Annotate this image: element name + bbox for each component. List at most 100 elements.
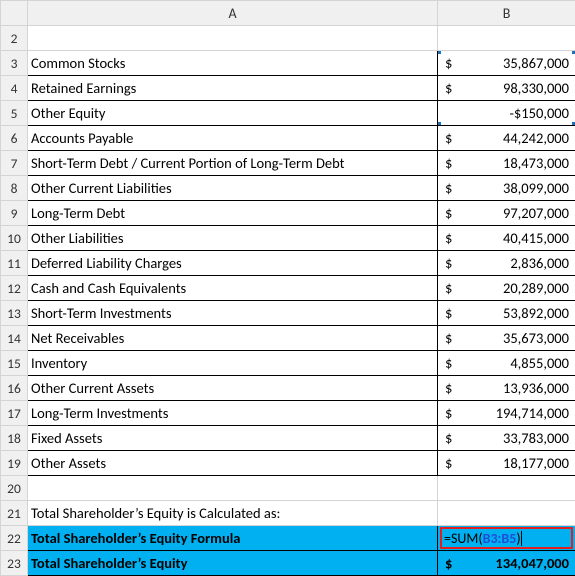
row-header[interactable]: 9 — [1, 201, 28, 226]
cell-B11[interactable]: $2,836,000 — [438, 251, 575, 276]
value: 4,855,000 — [510, 354, 569, 372]
cell-B2[interactable] — [438, 26, 575, 51]
cell-A7[interactable]: Short-Term Debt / Current Portion of Lon… — [28, 151, 438, 176]
currency-symbol: $ — [444, 554, 452, 572]
table-row: 14Net Receivables$35,673,000 — [1, 326, 575, 351]
row-header[interactable]: 15 — [1, 351, 28, 376]
cell-label: Deferred Liability Charges — [28, 251, 437, 275]
cell-label: Common Stocks — [28, 51, 437, 75]
row-header[interactable]: 6 — [1, 126, 28, 151]
row-header[interactable]: 11 — [1, 251, 28, 276]
cell-A3[interactable]: Common Stocks — [28, 51, 438, 76]
row-header[interactable]: 4 — [1, 76, 28, 101]
cell-A2[interactable] — [28, 26, 438, 51]
cell-value: $13,936,000 — [438, 376, 575, 400]
table-row: 13Short-Term Investments$53,892,000 — [1, 301, 575, 326]
row-header[interactable]: 18 — [1, 426, 28, 451]
row-header[interactable]: 16 — [1, 376, 28, 401]
text-cursor — [521, 531, 522, 546]
cell-B21[interactable] — [438, 501, 575, 526]
value: 44,242,000 — [503, 129, 569, 147]
column-header-row: A B — [1, 1, 575, 26]
cell-A16[interactable]: Other Current Assets — [28, 376, 438, 401]
cell-B14[interactable]: $35,673,000 — [438, 326, 575, 351]
cell-B20[interactable] — [438, 476, 575, 501]
cell-A12[interactable]: Cash and Cash Equivalents — [28, 276, 438, 301]
column-header-B[interactable]: B — [438, 1, 575, 26]
cell-B10[interactable]: $40,415,000 — [438, 226, 575, 251]
currency-symbol: $ — [444, 429, 452, 447]
cell-B15[interactable]: $4,855,000 — [438, 351, 575, 376]
value: 97,207,000 — [503, 204, 569, 222]
row-header[interactable]: 7 — [1, 151, 28, 176]
cell-B3[interactable]: $35,867,000 — [438, 51, 575, 76]
table-row: 23 Total Shareholder’s Equity$134,047,000 — [1, 551, 575, 576]
formula-prefix: =SUM( — [444, 530, 483, 547]
cell-B22[interactable]: =SUM(B3:B5) — [438, 526, 575, 551]
cell-A18[interactable]: Fixed Assets — [28, 426, 438, 451]
cell-A23[interactable]: Total Shareholder’s Equity — [28, 551, 438, 576]
cell-B8[interactable]: $38,099,000 — [438, 176, 575, 201]
cell-B23[interactable]: $134,047,000 — [438, 551, 575, 576]
table-row: 18Fixed Assets$33,783,000 — [1, 426, 575, 451]
cell-A13[interactable]: Short-Term Investments — [28, 301, 438, 326]
cell-A20[interactable] — [28, 476, 438, 501]
cell-A19[interactable]: Other Assets — [28, 451, 438, 476]
cell-A4[interactable]: Retained Earnings — [28, 76, 438, 101]
table-row: 3Common Stocks$35,867,000 — [1, 51, 575, 76]
cell-B4[interactable]: $98,330,000 — [438, 76, 575, 101]
cell-A21[interactable]: Total Shareholder’s Equity is Calculated… — [28, 501, 438, 526]
cell-B19[interactable]: $18,177,000 — [438, 451, 575, 476]
row-header[interactable]: 3 — [1, 51, 28, 76]
cell-B17[interactable]: $194,714,000 — [438, 401, 575, 426]
cell-B18[interactable]: $33,783,000 — [438, 426, 575, 451]
cell-A9[interactable]: Long-Term Debt — [28, 201, 438, 226]
cell-B13[interactable]: $53,892,000 — [438, 301, 575, 326]
table-row: 11Deferred Liability Charges$2,836,000 — [1, 251, 575, 276]
row-number: 23 — [7, 555, 21, 572]
row-header[interactable]: 19 — [1, 451, 28, 476]
cell-value: $38,099,000 — [438, 176, 575, 200]
row-header[interactable]: 14 — [1, 326, 28, 351]
cell-value: $53,892,000 — [438, 301, 575, 325]
row-header[interactable]: 20 — [1, 476, 28, 501]
row-number: 20 — [7, 480, 21, 497]
cell-B16[interactable]: $13,936,000 — [438, 376, 575, 401]
cell-label: Short-Term Investments — [28, 301, 437, 325]
select-all-corner[interactable] — [1, 1, 28, 26]
column-header-A[interactable]: A — [28, 1, 438, 26]
row-header[interactable]: 2 — [1, 26, 28, 51]
cell-B9[interactable]: $97,207,000 — [438, 201, 575, 226]
value: 33,783,000 — [503, 429, 569, 447]
row-header[interactable]: 22 — [1, 526, 28, 551]
cell-B7[interactable]: $18,473,000 — [438, 151, 575, 176]
row-number: 6 — [11, 130, 18, 147]
row-header[interactable]: 10 — [1, 226, 28, 251]
row-header[interactable]: 21 — [1, 501, 28, 526]
row-header[interactable]: 5 — [1, 101, 28, 126]
cell-B5[interactable]: -$150,000 — [438, 101, 575, 126]
cell-label: Inventory — [28, 351, 437, 375]
row-header[interactable]: 17 — [1, 401, 28, 426]
spreadsheet-grid[interactable]: A B 23Common Stocks$35,867,0004Retained … — [0, 0, 575, 576]
cell-A8[interactable]: Other Current Liabilities — [28, 176, 438, 201]
cell-A11[interactable]: Deferred Liability Charges — [28, 251, 438, 276]
row-number: 22 — [7, 530, 21, 547]
cell-A17[interactable]: Long-Term Investments — [28, 401, 438, 426]
row-header[interactable]: 8 — [1, 176, 28, 201]
cell-A14[interactable]: Net Receivables — [28, 326, 438, 351]
row-header[interactable]: 23 — [1, 551, 28, 576]
cell-A15[interactable]: Inventory — [28, 351, 438, 376]
cell-A6[interactable]: Accounts Payable — [28, 126, 438, 151]
cell-A5[interactable]: Other Equity — [28, 101, 438, 126]
row-number: 5 — [11, 105, 18, 122]
cell-B12[interactable]: $20,289,000 — [438, 276, 575, 301]
cell-A22[interactable]: Total Shareholder’s Equity Formula — [28, 526, 438, 551]
cell-A10[interactable]: Other Liabilities — [28, 226, 438, 251]
cell-value: -$150,000 — [438, 101, 575, 125]
row-header[interactable]: 13 — [1, 301, 28, 326]
row-header[interactable]: 12 — [1, 276, 28, 301]
row-number: 4 — [11, 80, 18, 97]
cell-value: $35,867,000 — [438, 51, 575, 75]
cell-B6[interactable]: $44,242,000 — [438, 126, 575, 151]
